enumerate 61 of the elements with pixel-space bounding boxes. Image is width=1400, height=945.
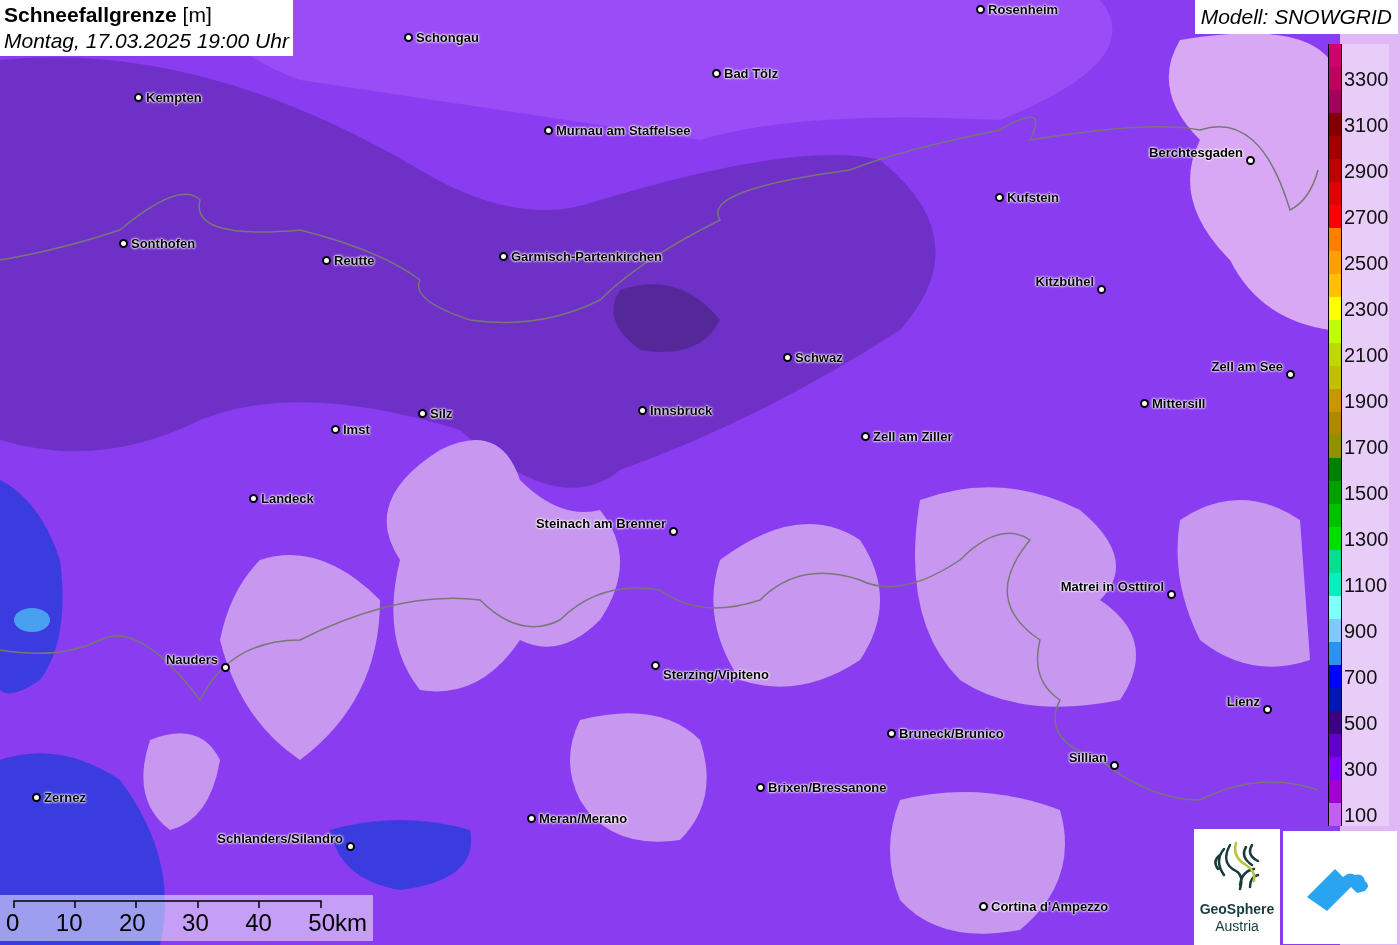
city-label: Sonthofen [131,237,196,250]
city-label: Murnau am Staffelsee [556,124,691,137]
city-label: Brixen/Bressanone [768,781,887,794]
scale-label: 50km [308,911,367,935]
legend-label: 2700 [1344,206,1389,227]
city-label: Berchtesgaden [1149,146,1243,159]
city-label: Rosenheim [988,3,1059,16]
city-label: Zell am Ziller [873,430,953,443]
legend-label: 700 [1344,666,1378,687]
legend-label: 2300 [1344,298,1389,319]
legend-label: 2100 [1344,344,1389,365]
scale-ruler-icon [13,900,323,908]
city-label: Kempten [146,91,202,104]
city-label: Kitzbühel [1035,275,1094,288]
legend-label: 3100 [1344,114,1389,135]
map-timestamp: Montag, 17.03.2025 19:00 Uhr [4,28,289,54]
scale-label: 20 [118,911,146,935]
legend-label: 300 [1344,758,1378,779]
legend-label: 1100 [1344,574,1387,595]
city-label: Mittersill [1152,397,1206,410]
legend-label: 1900 [1344,390,1389,411]
legend-label: 1700 [1344,436,1389,457]
city-label: Matrei in Osttirol [1060,580,1164,593]
legend-label: 100 [1344,804,1378,825]
legend-label: 2500 [1344,252,1389,273]
city-label: Meran/Merano [539,812,628,825]
logo-name: GeoSphere [1199,901,1275,918]
city-label: Reutte [334,254,375,267]
city-label: Lienz [1226,695,1260,708]
city-label: Bad Tölz [724,67,779,80]
city-label: Steinach am Brenner [535,517,666,530]
legend-label: 500 [1344,712,1378,733]
city-label: Schongau [416,31,479,44]
map-title: Schneefallgrenze [m] [4,2,213,28]
legend-label: 1300 [1344,528,1389,549]
city-label: Imst [343,423,370,436]
legend-label: 2900 [1344,160,1389,181]
city-label: Silz [430,407,453,420]
city-label: Zernez [44,791,86,804]
scale-label: 30 [182,911,209,935]
logo-subtitle: Austria [1215,918,1259,934]
city-label: Bruneck/Brunico [899,727,1004,740]
city-label: Landeck [261,492,314,505]
legend-label: 3300 [1344,68,1389,89]
scale-label: 10 [55,911,83,935]
scale-label: 0 [6,911,20,935]
scale-label: 40 [245,911,272,935]
city-label: Schwaz [795,351,843,364]
city-label: Garmisch-Partenkirchen [511,250,662,263]
model-label: Modell: SNOWGRID [1194,0,1398,34]
city-label: Cortina d'Ampezzo [991,900,1109,913]
city-label: Kufstein [1007,191,1059,204]
city-label: Sillian [1068,751,1107,764]
city-label: Nauders [165,653,218,666]
city-label: Sterzing/Vipiteno [663,668,769,681]
legend-label: 1500 [1344,482,1389,503]
city-label: Schlanders/Silandro [217,832,343,845]
city-label: Innsbruck [650,404,713,417]
legend-label: 900 [1344,620,1378,641]
city-label: Zell am See [1211,360,1283,373]
lake-shape [14,608,50,632]
